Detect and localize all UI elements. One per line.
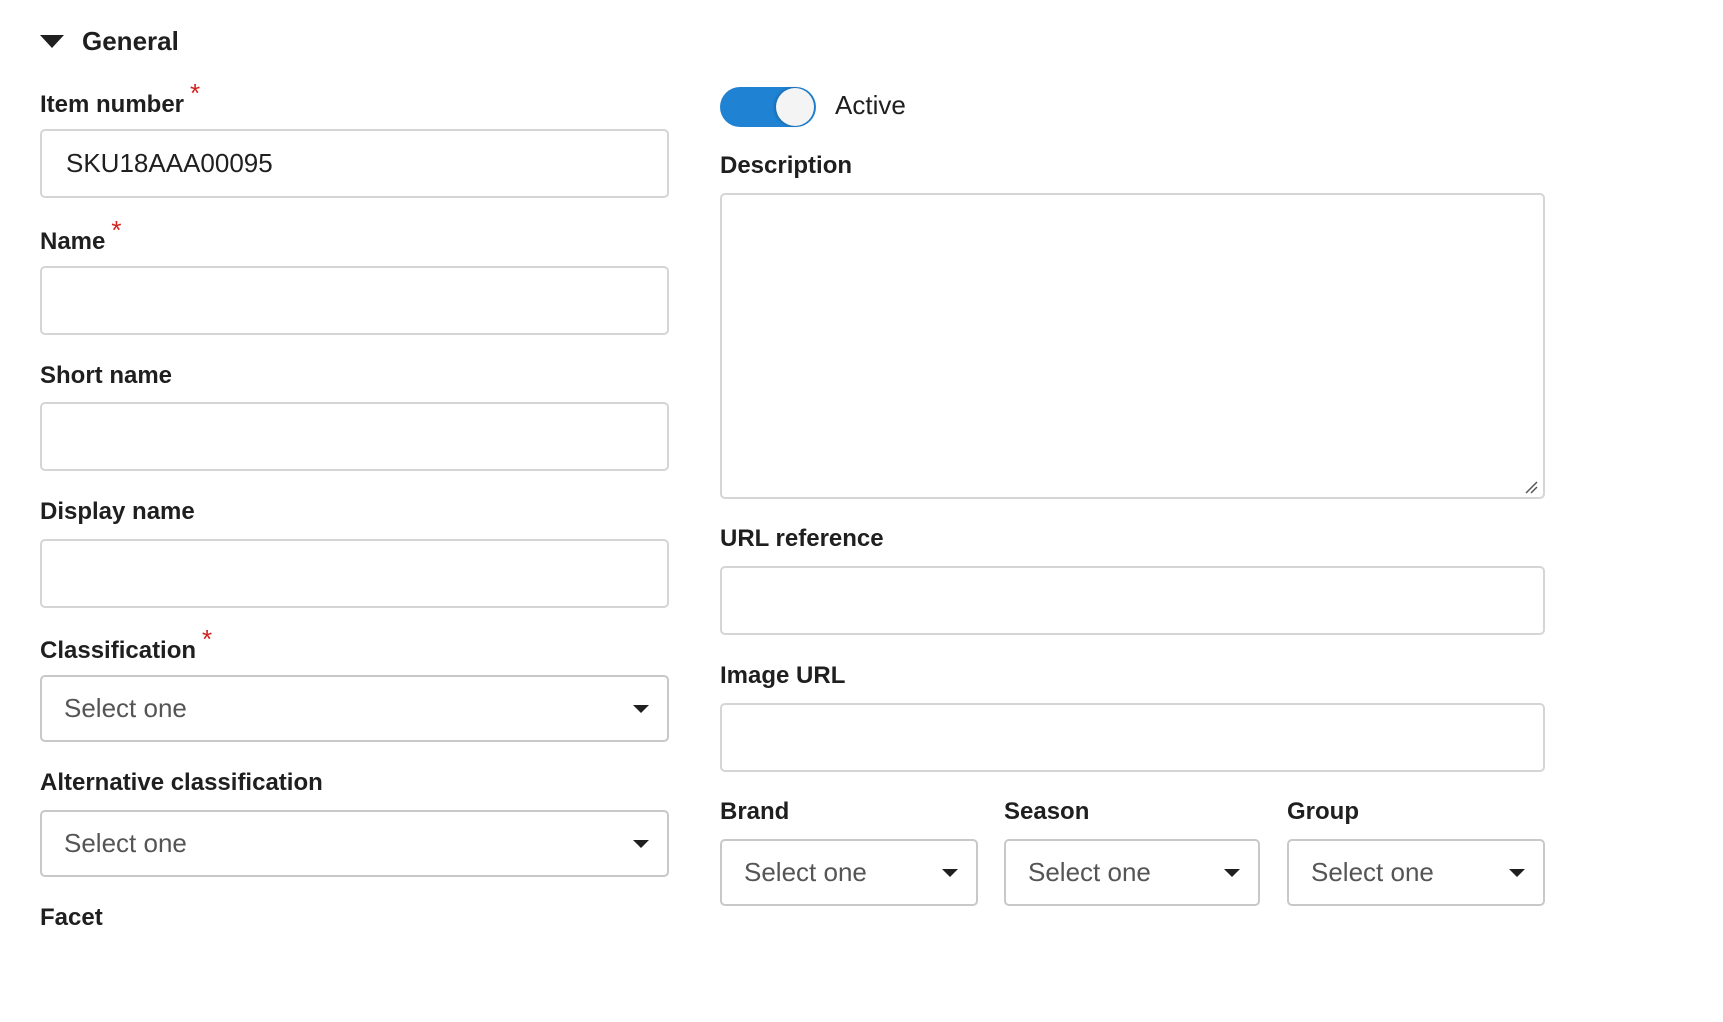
chevron-down-icon	[633, 704, 649, 713]
name-label-text: Name	[40, 228, 106, 255]
classification-selected-value: Select one	[64, 693, 187, 723]
name-label: Name *	[40, 215, 122, 256]
chevron-down-icon	[1509, 868, 1525, 877]
chevron-down-icon	[942, 868, 958, 877]
name-input[interactable]	[40, 266, 669, 335]
required-marker: *	[190, 78, 201, 108]
description-label: Description	[720, 152, 853, 179]
required-marker: *	[202, 624, 213, 654]
group-select[interactable]: Select one	[1287, 839, 1545, 906]
classification-label: Classification *	[40, 624, 212, 665]
classification-select[interactable]: Select one	[40, 675, 669, 742]
url-reference-label: URL reference	[720, 525, 884, 552]
short-name-label: Short name	[40, 362, 173, 389]
classification-label-text: Classification	[40, 637, 197, 664]
facet-label: Facet	[40, 904, 103, 931]
image-url-input[interactable]	[720, 703, 1545, 772]
item-number-input[interactable]	[40, 129, 669, 198]
season-selected-value: Select one	[1028, 857, 1151, 887]
brand-label: Brand	[720, 798, 790, 825]
active-toggle[interactable]	[720, 87, 816, 127]
season-label: Season	[1004, 798, 1090, 825]
display-name-input[interactable]	[40, 539, 669, 608]
item-number-label-text: Item number	[40, 91, 185, 118]
image-url-label: Image URL	[720, 662, 846, 689]
display-name-label: Display name	[40, 498, 195, 525]
group-selected-value: Select one	[1311, 857, 1434, 887]
active-label: Active	[835, 90, 906, 120]
chevron-down-icon	[633, 839, 649, 848]
group-label: Group	[1287, 798, 1359, 825]
description-textarea[interactable]	[720, 193, 1545, 499]
brand-select[interactable]: Select one	[720, 839, 978, 906]
brand-selected-value: Select one	[744, 857, 867, 887]
url-reference-input[interactable]	[720, 566, 1545, 635]
general-section-toggle[interactable]: General	[40, 24, 179, 58]
alternative-classification-label: Alternative classification	[40, 769, 323, 796]
item-number-label: Item number *	[40, 78, 200, 119]
toggle-knob	[776, 88, 814, 126]
section-title: General	[82, 25, 179, 56]
season-select[interactable]: Select one	[1004, 839, 1260, 906]
alternative-classification-select[interactable]: Select one	[40, 810, 669, 877]
triangle-down-icon	[40, 34, 64, 48]
short-name-input[interactable]	[40, 402, 669, 471]
required-marker: *	[111, 215, 122, 245]
resize-grip-icon[interactable]	[1524, 480, 1538, 494]
chevron-down-icon	[1224, 868, 1240, 877]
alternative-classification-selected-value: Select one	[64, 828, 187, 858]
